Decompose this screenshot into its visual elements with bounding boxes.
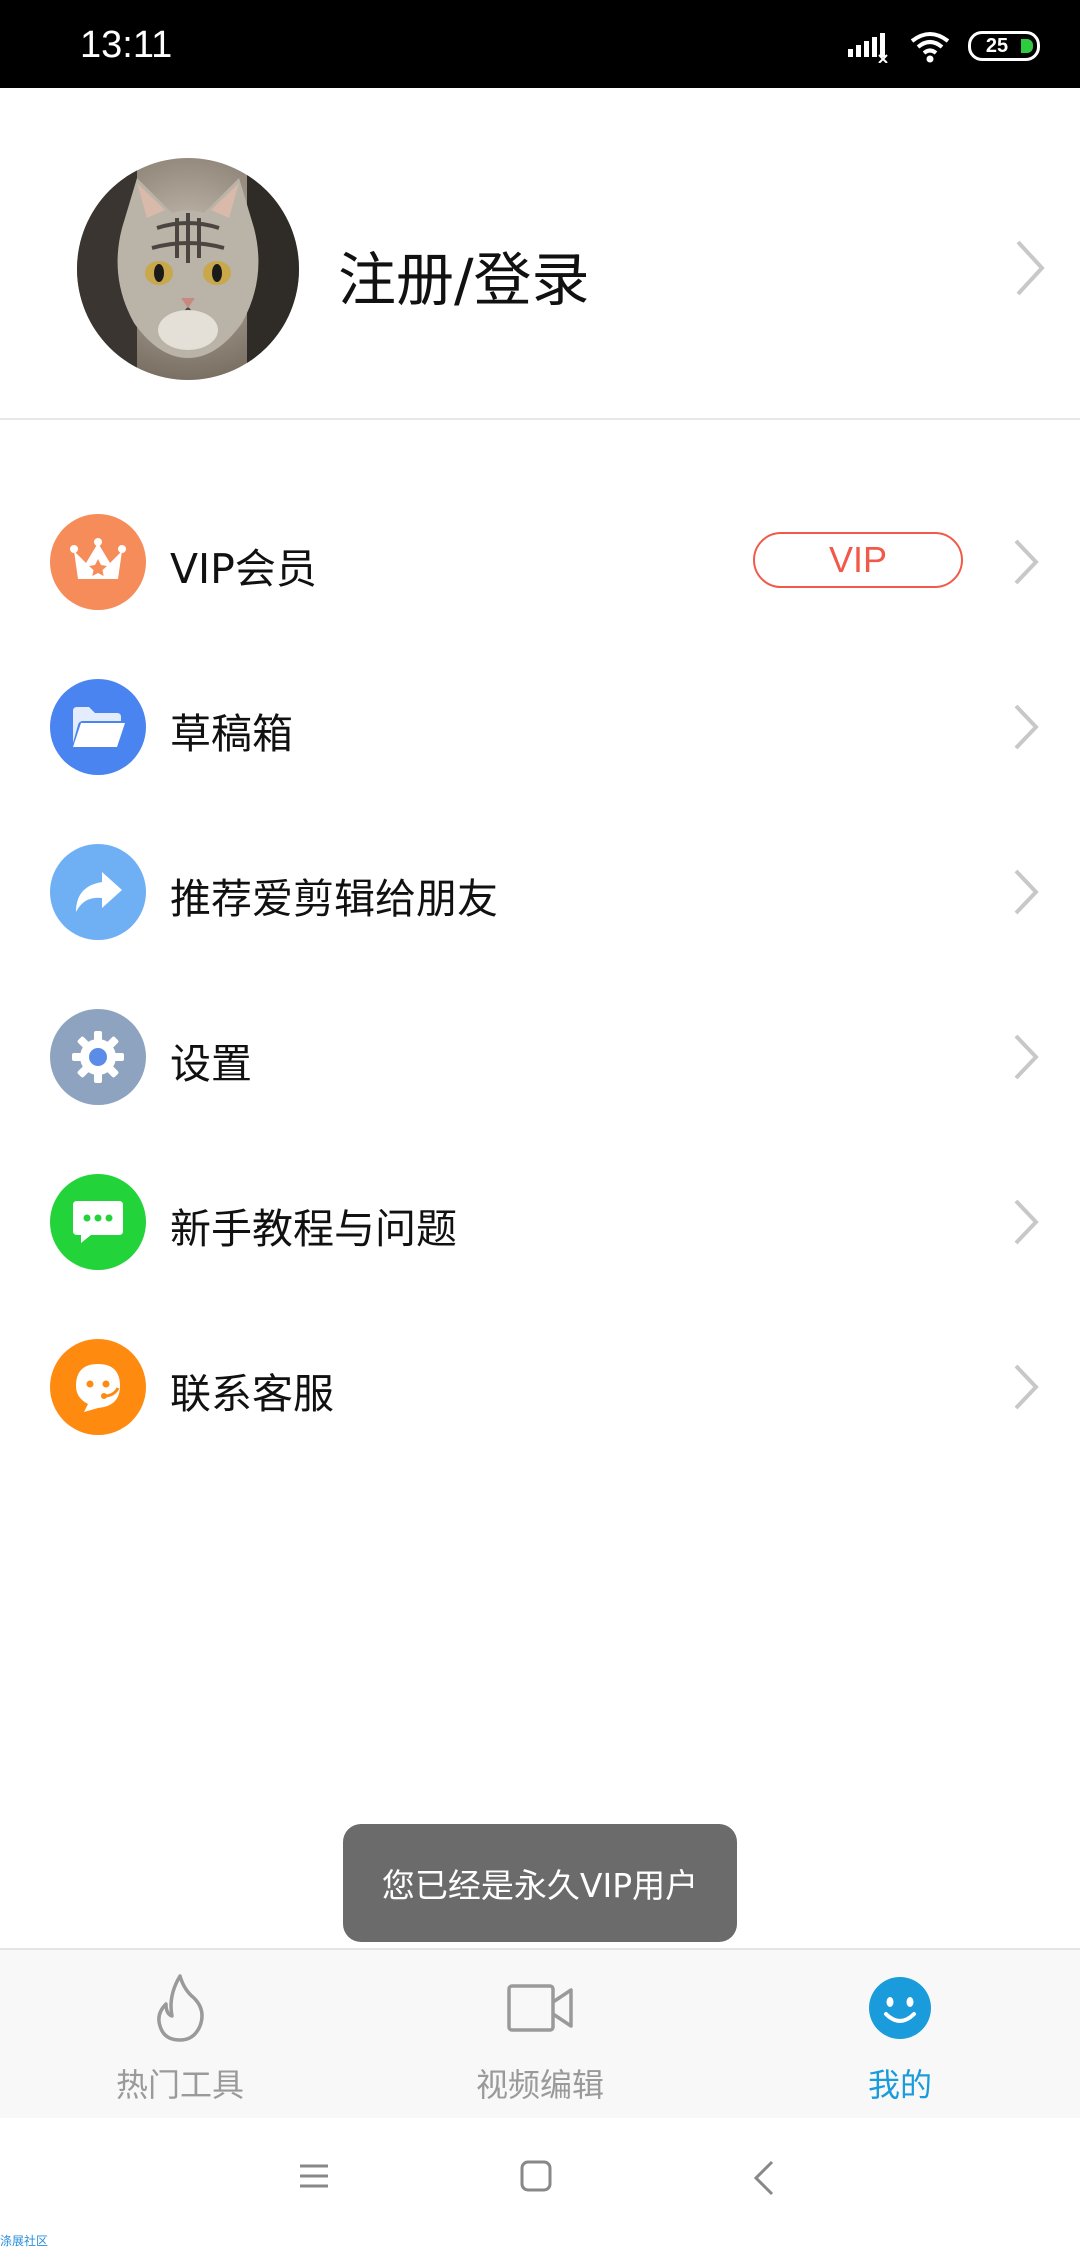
smiley-icon xyxy=(868,1972,932,2048)
system-nav-bar xyxy=(0,2118,1080,2248)
menu-list: VIP会员 VIP 草稿箱 推荐爱剪辑给朋友 设置 新手教程与问题 联系客服 xyxy=(0,477,1080,1467)
tab-label: 我的 xyxy=(867,2066,932,2104)
flame-icon xyxy=(150,1972,210,2048)
vip-badge[interactable]: VIP xyxy=(753,532,963,588)
folder-icon xyxy=(50,679,146,775)
chevron-right-icon xyxy=(1012,1197,1040,1251)
back-icon[interactable] xyxy=(750,2158,778,2202)
chevron-right-icon xyxy=(1012,702,1040,756)
watermark: 涤展社区 xyxy=(0,2234,49,2248)
chevron-right-icon xyxy=(1012,537,1040,591)
tab-video-edit[interactable]: 视频编辑 xyxy=(360,1950,720,2120)
menu-item-tutorial[interactable]: 新手教程与问题 xyxy=(0,1137,1080,1302)
menu-item-vip[interactable]: VIP会员 VIP xyxy=(0,477,1080,642)
status-bar: 13:11 25 xyxy=(0,0,1080,88)
tab-hot-tools[interactable]: 热门工具 xyxy=(0,1950,360,2120)
menu-item-label: 推荐爱剪辑给朋友 xyxy=(170,875,498,923)
menu-item-label: VIP会员 xyxy=(170,545,317,593)
menu-item-settings[interactable]: 设置 xyxy=(0,972,1080,1137)
tab-label: 热门工具 xyxy=(115,2066,244,2104)
menu-item-label: 新手教程与问题 xyxy=(170,1205,457,1253)
signal-icon xyxy=(846,29,892,63)
avatar[interactable] xyxy=(77,158,299,380)
bottom-tab-bar: 热门工具 视频编辑 我的 xyxy=(0,1948,1080,2118)
menu-item-label: 设置 xyxy=(170,1040,252,1088)
chat-icon xyxy=(50,1174,146,1270)
chevron-right-icon xyxy=(1012,1032,1040,1086)
tab-label: 视频编辑 xyxy=(475,2066,604,2104)
gear-icon xyxy=(50,1009,146,1105)
login-label[interactable]: 注册/登录 xyxy=(338,233,590,317)
crown-icon xyxy=(50,514,146,610)
battery-icon: 25 xyxy=(968,31,1040,61)
menu-item-drafts[interactable]: 草稿箱 xyxy=(0,642,1080,807)
menu-item-label: 联系客服 xyxy=(170,1370,334,1418)
wifi-icon xyxy=(908,29,952,63)
home-icon[interactable] xyxy=(518,2158,554,2198)
menu-item-customer-service[interactable]: 联系客服 xyxy=(0,1302,1080,1467)
tab-mine[interactable]: 我的 xyxy=(720,1950,1080,2120)
menu-item-recommend[interactable]: 推荐爱剪辑给朋友 xyxy=(0,807,1080,972)
toast-message: 您已经是永久VIP用户 xyxy=(343,1824,737,1942)
profile-header[interactable]: 注册/登录 xyxy=(0,88,1080,420)
customer-service-icon xyxy=(50,1339,146,1435)
chevron-right-icon xyxy=(1014,238,1046,302)
chevron-right-icon xyxy=(1012,1362,1040,1416)
status-time: 13:11 xyxy=(80,24,173,66)
share-icon xyxy=(50,844,146,940)
status-icons: 25 xyxy=(846,26,1040,66)
chevron-right-icon xyxy=(1012,867,1040,921)
menu-item-label: 草稿箱 xyxy=(170,710,293,758)
menu-icon[interactable] xyxy=(296,2158,332,2198)
video-camera-icon xyxy=(505,1972,575,2048)
